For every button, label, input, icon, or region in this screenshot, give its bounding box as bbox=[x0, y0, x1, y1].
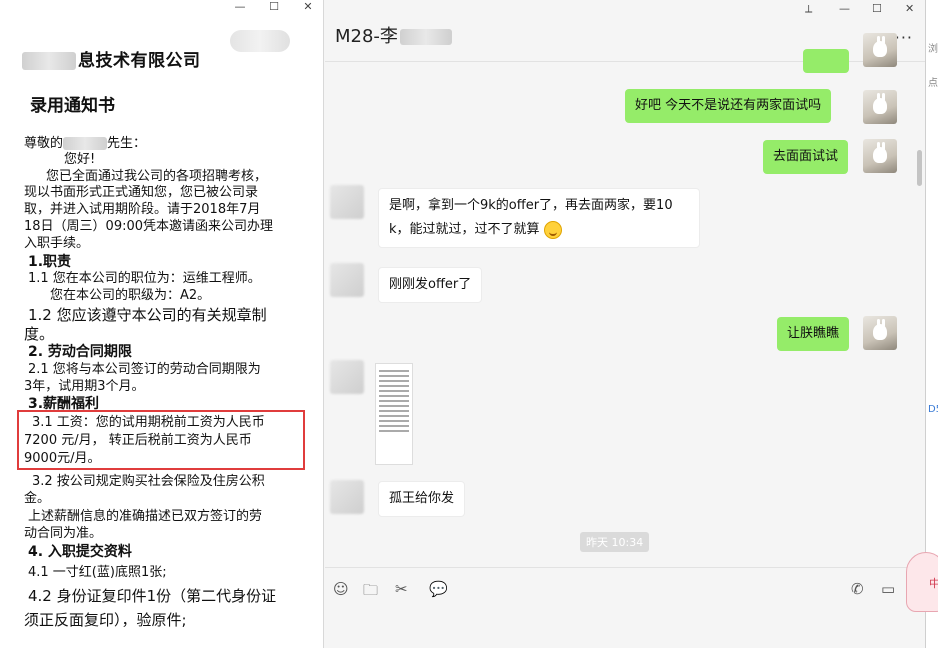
section-line: 您在本公司的职级为：A2。 bbox=[50, 288, 211, 303]
section-line: 1.2 您应该遵守本公司的有关规章制 bbox=[28, 306, 267, 324]
my-avatar[interactable] bbox=[863, 139, 897, 173]
mascot-icon[interactable]: 中 bbox=[906, 552, 938, 612]
company-name: 息技术有限公司 bbox=[22, 52, 201, 70]
edge-text: 浏 bbox=[928, 44, 938, 55]
section-line: 3年，试用期3个月。 bbox=[24, 379, 145, 394]
message-bubble[interactable]: 是啊，拿到一个9k的offer了，再去面两家，要10 k，能过就过，过不了就算 bbox=[378, 188, 700, 248]
message-bubble[interactable]: 去面面试试 bbox=[763, 140, 849, 174]
offer-letter-title: 录用通知书 bbox=[30, 96, 115, 116]
document-titlebar: — ☐ ✕ bbox=[0, 0, 324, 16]
salary-highlight-box bbox=[17, 410, 305, 470]
doc-close-button[interactable]: ✕ bbox=[298, 0, 318, 14]
body-line: 现以书面形式正式通知您，您已被公司录 bbox=[24, 185, 259, 200]
section-line: 1.1 您在本公司的职位为：运维工程师。 bbox=[28, 271, 261, 286]
doc-minimize-button[interactable]: — bbox=[230, 0, 250, 14]
chat-history-icon[interactable]: 💬 bbox=[429, 580, 448, 598]
body-line: 取，并进入试用期阶段。请于2018年7月 bbox=[24, 202, 261, 217]
section-line: 金。 bbox=[24, 491, 51, 506]
edge-text: 点 bbox=[928, 78, 938, 89]
contact-avatar[interactable] bbox=[330, 480, 364, 514]
body-line: 您已全面通过我公司的各项招聘考核， bbox=[46, 169, 268, 184]
doc-maximize-button[interactable]: ☐ bbox=[264, 0, 284, 14]
edge-text: D5 bbox=[928, 404, 938, 415]
background-window-edge: 浏 点 D5 bbox=[925, 0, 938, 648]
company-logo-redacted bbox=[230, 30, 290, 52]
my-avatar[interactable] bbox=[863, 316, 897, 350]
offer-image-thumbnail[interactable] bbox=[375, 363, 413, 465]
section-heading: 1.职责 bbox=[28, 254, 72, 270]
message-bubble-partial[interactable] bbox=[803, 49, 849, 73]
message-list[interactable]: 好吧 今天不是说还有两家面试吗 去面面试试 是啊，拿到一个9k的offer了，再… bbox=[325, 33, 925, 563]
redacted-block bbox=[22, 52, 76, 70]
greeting-line: 尊敬的 先生： bbox=[24, 136, 147, 151]
my-avatar[interactable] bbox=[863, 90, 897, 124]
section-heading: 2. 劳动合同期限 bbox=[28, 344, 132, 360]
hello-line: 您好! bbox=[64, 152, 96, 167]
redacted-name bbox=[399, 29, 452, 45]
contact-avatar[interactable] bbox=[330, 185, 364, 219]
contact-avatar[interactable] bbox=[330, 360, 364, 394]
message-bubble[interactable]: 让朕瞧瞧 bbox=[777, 317, 850, 351]
section-line: 4.1 一寸红(蓝)底照1张; bbox=[28, 565, 167, 580]
chat-title: M28-李 bbox=[335, 22, 452, 48]
section-line: 3.2 按公司规定购买社会保险及住房公积 bbox=[32, 474, 265, 489]
message-bubble[interactable]: 孤王给你发 bbox=[378, 481, 466, 517]
body-line: 入职手续。 bbox=[24, 236, 90, 251]
more-options-button[interactable]: ··· bbox=[895, 28, 913, 47]
section-line: 须正反面复印），验原件; bbox=[24, 611, 187, 629]
contact-avatar[interactable] bbox=[330, 263, 364, 297]
phone-icon[interactable]: ✆ bbox=[851, 580, 864, 598]
section-line: 4.2 身份证复印件1份（第二代身份证 bbox=[28, 587, 277, 605]
embarrassed-emoji-icon bbox=[543, 220, 562, 239]
input-toolbar: ☺ 🗀 ✂ 💬 ✆ ▭ bbox=[325, 567, 925, 607]
body-line: 18日（周三）09:00凭本邀请函来公司办理 bbox=[24, 219, 274, 234]
redacted-name bbox=[63, 137, 108, 150]
message-scrollbar[interactable] bbox=[917, 150, 922, 186]
section-line: 动合同为准。 bbox=[24, 526, 103, 541]
message-bubble[interactable]: 刚刚发offer了 bbox=[378, 267, 483, 303]
section-heading: 4. 入职提交资料 bbox=[28, 544, 132, 560]
document-viewer-window: — ☐ ✕ 息技术有限公司 录用通知书 尊敬的 先生： 您好! 您已全面通过我公司… bbox=[0, 0, 324, 648]
section-line: 2.1 您将与本公司签订的劳动合同期限为 bbox=[28, 362, 261, 377]
scissors-icon[interactable]: ✂ bbox=[395, 580, 408, 598]
message-bubble[interactable]: 好吧 今天不是说还有两家面试吗 bbox=[625, 89, 832, 123]
offer-letter-page[interactable]: 息技术有限公司 录用通知书 尊敬的 先生： 您好! 您已全面通过我公司的各项招聘考… bbox=[14, 22, 308, 634]
chat-window: ⟂ — ☐ ✕ M28-李 ··· 好吧 今天不是说还有两家面试吗 去面面试试 … bbox=[325, 0, 925, 648]
video-icon[interactable]: ▭ bbox=[881, 580, 895, 598]
my-avatar[interactable] bbox=[863, 33, 897, 67]
section-line: 度。 bbox=[24, 325, 55, 343]
section-line: 上述薪酬信息的准确描述已双方签订的劳 bbox=[28, 509, 263, 524]
emoji-icon[interactable]: ☺ bbox=[333, 580, 349, 598]
folder-icon[interactable]: 🗀 bbox=[363, 580, 378, 605]
timestamp-label: 昨天 10:34 bbox=[580, 532, 650, 552]
